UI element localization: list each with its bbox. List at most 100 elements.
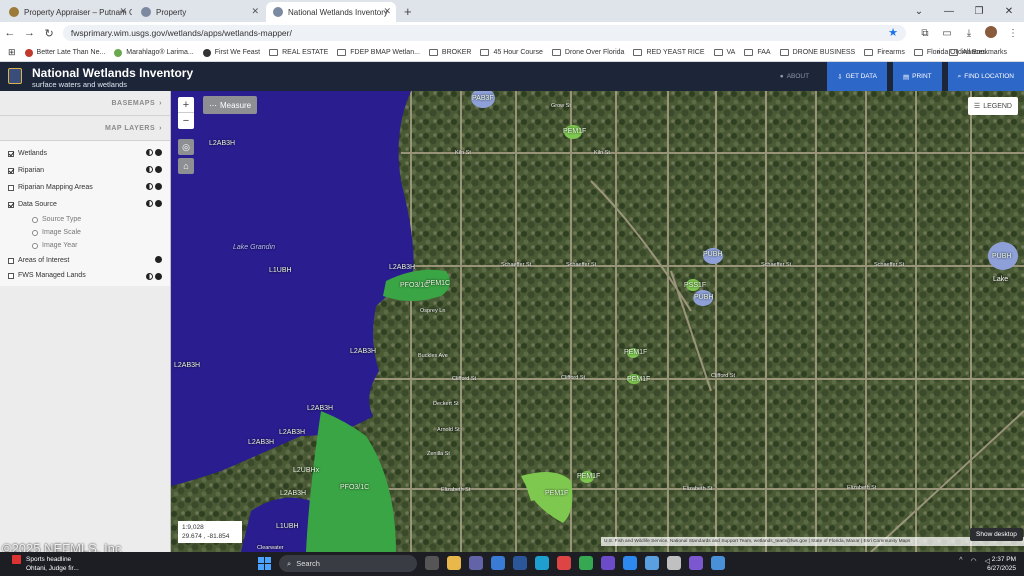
app-icon[interactable] [645,556,659,570]
tab-search-icon[interactable]: ⌄ [904,6,934,17]
chevron-up-icon[interactable]: ^ [959,557,962,565]
app-icon[interactable] [667,556,681,570]
info-icon[interactable] [155,200,162,207]
cast-icon[interactable]: ▭ [936,28,958,39]
opacity-icon[interactable] [146,183,153,190]
bookmark-star-icon[interactable]: ★ [888,26,898,39]
layer-fws-managed-lands[interactable]: FWS Managed Lands [0,269,170,286]
checkbox[interactable] [8,201,14,208]
bookmark-folder[interactable]: REAL ESTATE [269,49,328,56]
map-canvas[interactable]: Lake Grandin Lake PAB3F PEM1F L2AB3H PUB… [171,91,1024,552]
basemaps-header[interactable]: BASEMAPS › [0,91,170,116]
reload-icon[interactable]: ↻ [39,27,59,40]
radio[interactable] [32,216,38,223]
edge-icon[interactable] [535,556,549,570]
back-icon[interactable]: ← [0,27,20,39]
teams-icon[interactable] [469,556,483,570]
opacity-icon[interactable] [146,166,153,173]
option-source-type[interactable]: Source Type [0,213,170,226]
opacity-icon[interactable] [146,200,153,207]
tab-property[interactable]: Property ✕ [134,2,264,22]
tab-national-wetlands[interactable]: National Wetlands Inventory ✕ [266,2,396,22]
option-image-year[interactable]: Image Year [0,239,170,252]
zoom-out-button[interactable]: − [178,113,194,129]
taskbar-search[interactable]: ⌕ Search [279,555,417,572]
download-icon[interactable]: ⤓ [958,28,980,39]
locate-button[interactable]: ◎ [178,139,194,155]
checkbox[interactable] [8,150,14,157]
wifi-icon[interactable]: ◠ [971,557,977,565]
checkbox[interactable] [8,184,14,191]
bookmark-folder[interactable]: Firearms [864,49,905,56]
bookmark-folder[interactable]: 45 Hour Course [480,49,543,56]
opacity-icon[interactable] [146,273,153,280]
apps-grid-icon[interactable]: ⊞ [8,47,16,58]
radio[interactable] [32,242,38,249]
file-explorer-icon[interactable] [447,556,461,570]
bookmark-item[interactable]: Marahlago® Larima... [114,48,194,57]
info-icon[interactable] [155,256,162,263]
maximize-icon[interactable]: ❐ [964,6,994,17]
url-field[interactable]: fwsprimary.wim.usgs.gov/wetlands/apps/we… [62,25,906,41]
bookmark-folder[interactable]: DRONE BUSINESS [779,49,855,56]
about-button[interactable]: ● ABOUT [768,62,821,91]
print-button[interactable]: ▤ PRINT [892,62,942,91]
zoom-in-button[interactable]: + [178,97,194,113]
info-icon[interactable] [155,166,162,173]
info-icon[interactable] [155,149,162,156]
app-icon[interactable] [579,556,593,570]
info-icon[interactable] [155,183,162,190]
task-view-icon[interactable] [425,556,439,570]
system-clock[interactable]: 2:37 PM 6/27/2025 [987,555,1016,573]
opacity-icon[interactable] [146,149,153,156]
layer-riparian[interactable]: Riparian [0,162,170,179]
bookmark-item[interactable]: First We Feast [202,48,260,57]
minimize-icon[interactable]: — [934,6,964,17]
bookmark-folder[interactable]: RED YEAST RICE [633,49,705,56]
layer-data-source[interactable]: Data Source [0,196,170,213]
layer-areas-of-interest[interactable]: Areas of Interest [0,252,170,269]
find-location-button[interactable]: ⌕ FIND LOCATION [947,62,1024,91]
forward-icon[interactable]: → [20,27,40,39]
checkbox[interactable] [8,257,14,264]
start-button[interactable] [258,557,271,570]
chrome-icon[interactable] [557,556,571,570]
app-icon[interactable] [711,556,725,570]
app-icon[interactable] [623,556,637,570]
all-bookmarks-folder[interactable]: All Bookmarks [949,49,1007,56]
bookmark-folder[interactable]: VA [713,49,735,56]
extensions-icon[interactable]: ⧉ [914,28,936,39]
more-bookmarks-button[interactable]: » [936,49,940,56]
app-icon[interactable] [601,556,615,570]
option-image-scale[interactable]: Image Scale [0,226,170,239]
bookmark-folder[interactable]: FAA [744,49,771,56]
menu-kebab-icon[interactable]: ⋮ [1002,28,1024,39]
app-icon[interactable] [689,556,703,570]
new-tab-button[interactable]: + [396,2,420,22]
checkbox[interactable] [8,167,14,174]
news-widget[interactable]: Sports headline Ohtani, Judge fir... [26,555,79,573]
tab-property-appraiser[interactable]: Property Appraiser – Putnam C ✕ [2,2,132,22]
close-icon[interactable]: ✕ [119,6,127,17]
word-icon[interactable] [513,556,527,570]
profile-avatar[interactable] [980,25,1002,41]
measure-button[interactable]: ⋯ Measure [203,96,258,114]
close-icon[interactable]: ✕ [383,6,391,17]
bookmark-folder[interactable]: Drone Over Florida [551,49,624,56]
close-window-icon[interactable]: ✕ [994,6,1024,17]
print-icon: ▤ [902,73,910,81]
legend-button[interactable]: ☰ LEGEND [967,97,1018,115]
home-button[interactable]: ⌂ [178,158,194,174]
checkbox[interactable] [8,272,14,279]
get-data-button[interactable]: ⇩ GET DATA [827,62,887,91]
layer-wetlands[interactable]: Wetlands [0,145,170,162]
layer-riparian-mapping-areas[interactable]: Riparian Mapping Areas [0,179,170,196]
bookmark-folder[interactable]: BROKER [428,49,471,56]
info-icon[interactable] [155,273,162,280]
radio[interactable] [32,229,38,236]
store-icon[interactable] [491,556,505,570]
bookmark-item[interactable]: Better Late Than Ne... [24,48,105,57]
map-layers-header[interactable]: MAP LAYERS › [0,116,170,141]
close-icon[interactable]: ✕ [251,6,259,17]
bookmark-folder[interactable]: FDEP BMAP Wetlan... [337,49,420,56]
